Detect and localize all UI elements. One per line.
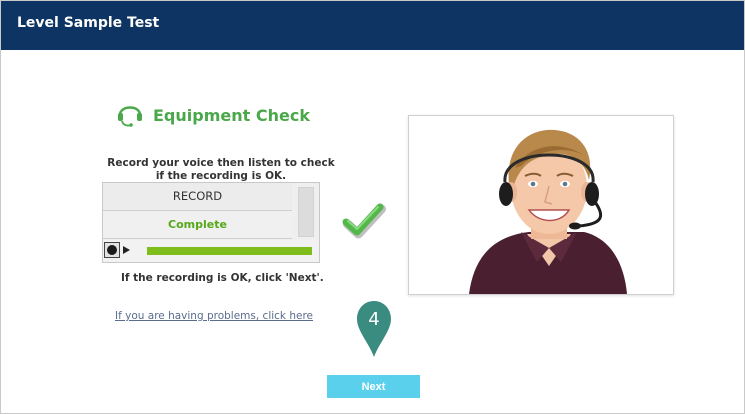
play-icon[interactable] (123, 246, 130, 254)
page-title: Level Sample Test (17, 15, 160, 31)
section-title: Equipment Check (153, 105, 310, 125)
instruction-line-1: Record your voice then listen to check (107, 157, 335, 169)
instruction-text: Record your voice then listen to check i… (102, 157, 340, 183)
headset-person-image (408, 115, 674, 295)
recorder-scrollbar[interactable] (298, 187, 314, 237)
voice-recorder: RECORD Complete (102, 182, 320, 263)
step-marker-pin: 4 (355, 299, 393, 363)
problems-help-link[interactable]: If you are having problems, click here (115, 310, 313, 322)
recording-ok-text: If the recording is OK, click 'Next'. (121, 272, 324, 284)
page-frame: Level Sample Test Equipment Check Record… (0, 0, 745, 414)
playback-progress[interactable] (147, 247, 312, 255)
record-dot-icon[interactable] (104, 242, 120, 258)
playback-progress-fill (147, 247, 312, 255)
record-button[interactable]: RECORD (103, 183, 292, 211)
playback-bar (103, 240, 319, 262)
check-icon (340, 200, 386, 246)
equipment-check-heading: Equipment Check (115, 100, 310, 130)
step-number: 4 (368, 309, 380, 330)
recording-status: Complete (103, 211, 292, 239)
app-header: Level Sample Test (1, 1, 744, 50)
headset-icon (115, 98, 145, 132)
next-button[interactable]: Next (327, 375, 420, 398)
